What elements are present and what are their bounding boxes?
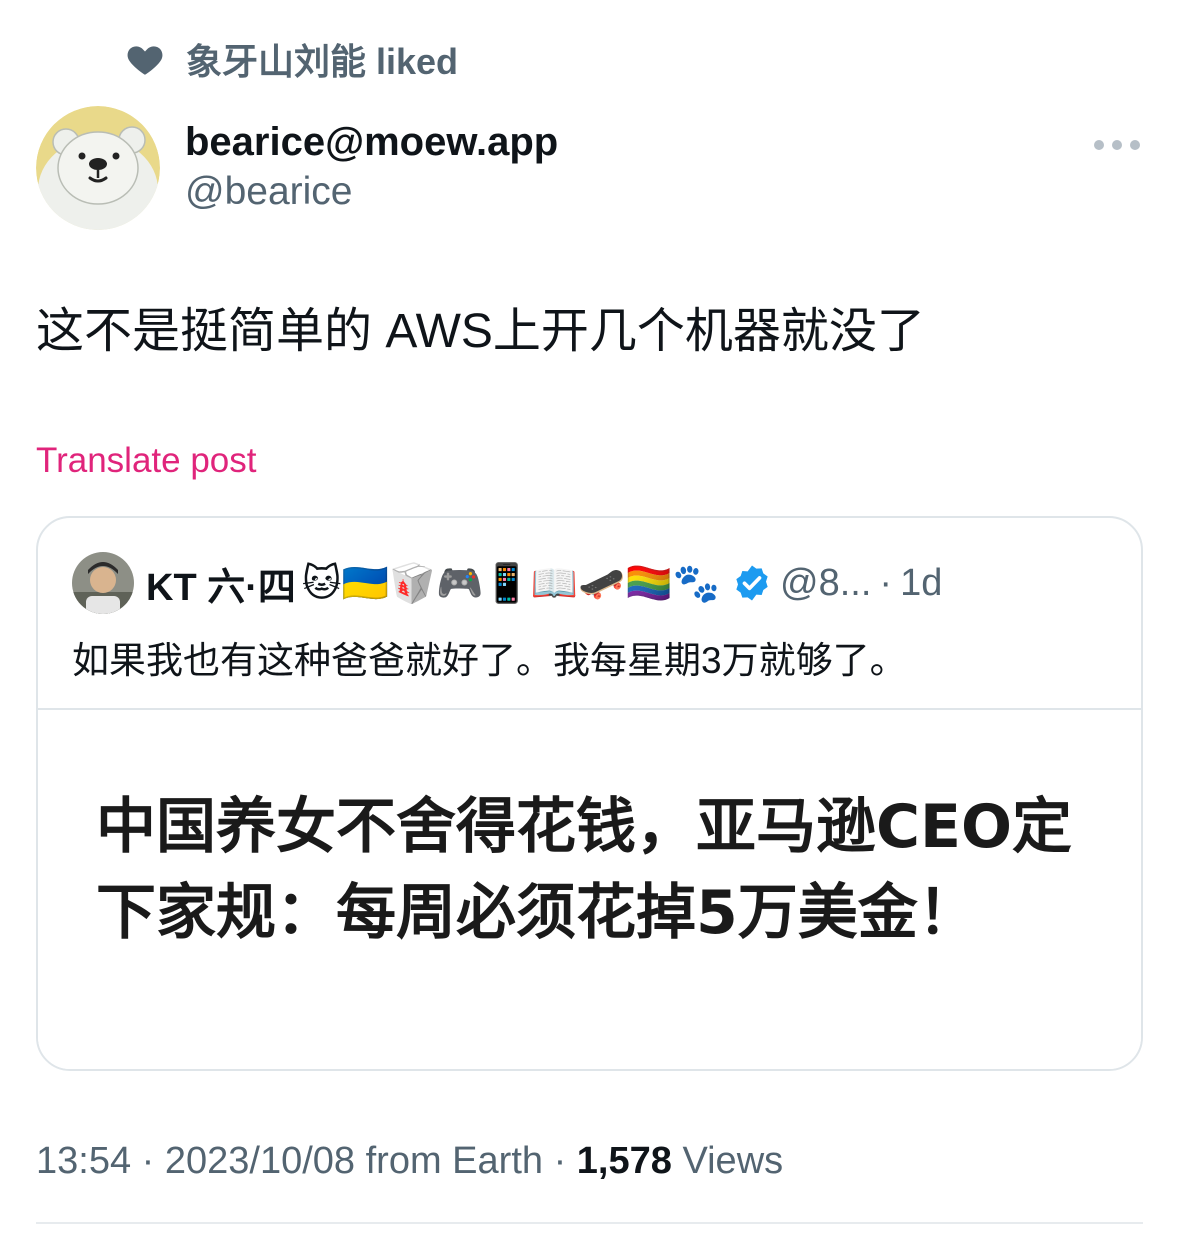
author-block: bearice@moew.app @bearice <box>185 116 558 216</box>
verified-badge-icon <box>736 565 768 601</box>
media-headline-text: 中国养女不舍得花钱，亚马逊CEO定下家规：每周必须花掉5万美金！ <box>96 792 1073 948</box>
author-handle[interactable]: @bearice <box>185 168 558 216</box>
quoted-post-header: KT 六·四 🐱🇺🇦🥡🎮📱📖🛹🏳️‍🌈🐾 @8... · 1d <box>72 552 1112 614</box>
quoted-author-name[interactable]: KT 六·四 <box>146 556 296 611</box>
post-text: 这不是挺简单的 AWS上开几个机器就没了 <box>36 305 925 358</box>
views-count: 1,578 <box>576 1140 672 1182</box>
author-avatar[interactable] <box>36 106 160 230</box>
quoted-author-avatar[interactable] <box>72 552 134 614</box>
dot-separator: · <box>141 1140 155 1182</box>
views-label: Views <box>682 1140 784 1182</box>
polar-bear-avatar-icon <box>36 106 160 230</box>
quoted-author-handle[interactable]: @8... <box>780 562 871 605</box>
quoted-post-text: 如果我也有这种爸爸就好了。我每星期3万就够了。 <box>72 640 907 681</box>
quoted-post-time[interactable]: 1d <box>900 562 942 605</box>
dot <box>1112 140 1122 150</box>
dot-separator: · <box>553 1140 567 1182</box>
dot-separator: · <box>879 561 893 604</box>
post-source: from Earth <box>365 1140 544 1182</box>
dot <box>1094 140 1104 150</box>
post-date[interactable]: 2023/10/08 <box>165 1140 355 1182</box>
divider <box>36 1222 1143 1224</box>
dot <box>1130 140 1140 150</box>
quoted-post-media[interactable]: 中国养女不舍得花钱，亚马逊CEO定下家规：每周必须花掉5万美金！ <box>38 710 1141 1069</box>
translate-post-link[interactable]: Translate post <box>36 441 256 481</box>
quoted-author-name-emojis: 🐱🇺🇦🥡🎮📱📖🛹🏳️‍🌈🐾 <box>301 562 721 605</box>
quoted-post-card[interactable]: KT 六·四 🐱🇺🇦🥡🎮📱📖🛹🏳️‍🌈🐾 @8... · 1d 如果我也有这种爸… <box>36 516 1143 1071</box>
author-display-name[interactable]: bearice@moew.app <box>185 116 558 168</box>
person-avatar-icon <box>72 552 134 614</box>
post-metadata: 13:54 · 2023/10/08 from Earth · 1,578 Vi… <box>36 1140 783 1183</box>
social-context-text: 象牙山刘能 liked <box>186 41 459 82</box>
post-time[interactable]: 13:54 <box>36 1140 131 1182</box>
more-options-icon[interactable] <box>1094 136 1140 154</box>
social-context[interactable]: 象牙山刘能 liked <box>126 36 458 82</box>
heart-icon <box>127 46 163 75</box>
